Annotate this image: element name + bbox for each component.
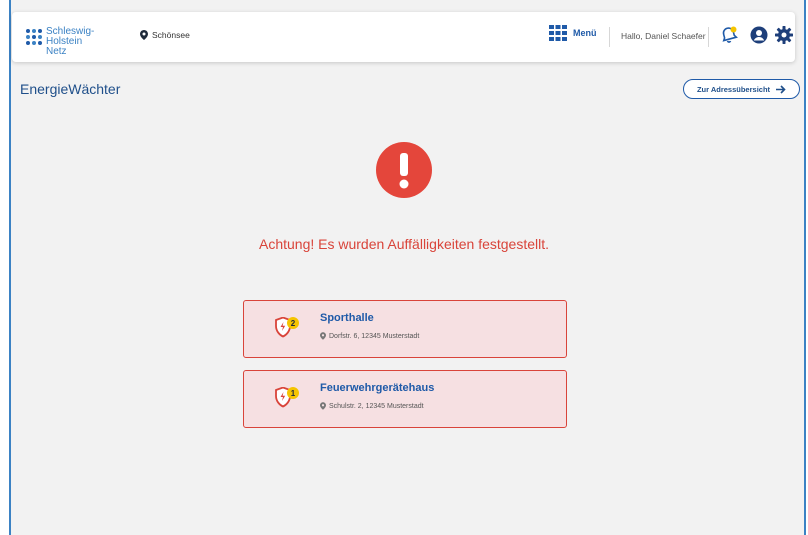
settings-button[interactable] xyxy=(775,26,793,49)
address-overview-button[interactable]: Zur Adressübersicht xyxy=(683,79,800,99)
logo-line-2: Netz xyxy=(46,46,67,57)
user-greeting: Hallo, Daniel Schaefer xyxy=(621,31,706,41)
logo-text: Schleswig-Holstein Netz xyxy=(46,27,125,57)
grid-menu-icon xyxy=(549,25,567,41)
profile-button[interactable] xyxy=(750,26,768,49)
arrow-right-icon xyxy=(776,84,786,94)
map-pin-icon xyxy=(320,332,326,340)
page-title: EnergieWächter xyxy=(20,81,121,97)
brand-logo[interactable]: Schleswig-Holstein Netz xyxy=(25,26,125,57)
gear-icon xyxy=(775,26,793,44)
header-divider xyxy=(708,27,709,47)
card-address-text: Schulstr. 2, 12345 Musterstadt xyxy=(329,402,424,410)
shield-warning-icon: 1 xyxy=(275,387,299,408)
exclamation-alert-icon xyxy=(376,142,432,198)
card-title: Sporthalle xyxy=(320,312,374,324)
bell-icon xyxy=(722,26,738,43)
shield-warning-icon: 2 xyxy=(275,317,299,338)
card-count: 2 xyxy=(291,319,296,328)
header-divider xyxy=(609,27,610,47)
logo-line-1: Schleswig-Holstein xyxy=(46,26,95,47)
card-address-text: Dorfstr. 6, 12345 Musterstadt xyxy=(329,332,420,340)
card-address: Schulstr. 2, 12345 Musterstadt xyxy=(320,402,424,410)
menu-button[interactable]: Menü xyxy=(549,25,597,41)
card-count: 1 xyxy=(291,389,296,398)
anomaly-card-feuerwehrgeraetehaus[interactable]: 1 Feuerwehrgerätehaus Schulstr. 2, 12345… xyxy=(243,370,567,428)
location-label: Schönsee xyxy=(152,30,190,40)
card-title: Feuerwehrgerätehaus xyxy=(320,382,435,394)
map-pin-icon xyxy=(140,30,148,40)
anomaly-card-sporthalle[interactable]: 2 Sporthalle Dorfstr. 6, 12345 Mustersta… xyxy=(243,300,567,358)
location-selector[interactable]: Schönsee xyxy=(140,30,190,40)
address-overview-label: Zur Adressübersicht xyxy=(696,84,771,94)
alert-message: Achtung! Es wurden Auffälligkeiten festg… xyxy=(258,236,550,252)
user-icon xyxy=(750,26,768,44)
menu-label: Menü xyxy=(573,28,597,38)
logo-dots-icon xyxy=(26,29,42,45)
card-address: Dorfstr. 6, 12345 Musterstadt xyxy=(320,332,419,340)
map-pin-icon xyxy=(320,402,326,410)
notifications-button[interactable] xyxy=(720,26,738,49)
top-header: Schleswig-Holstein Netz Schönsee Menü Ha… xyxy=(12,12,795,62)
